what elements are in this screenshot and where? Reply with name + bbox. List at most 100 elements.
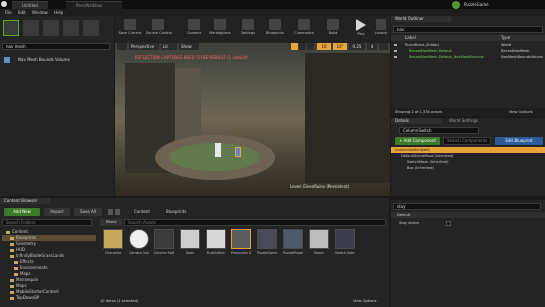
property-filter-input[interactable]: stay xyxy=(393,203,541,210)
level-name: ElvenRuins (Persistent) xyxy=(303,184,350,189)
asset-name: Switch Interface xyxy=(335,251,355,255)
column-label[interactable]: Label xyxy=(405,35,416,41)
edit-blueprint-button[interactable]: Edit Blueprint xyxy=(495,137,543,145)
content-browser-title: Content Browser xyxy=(0,198,50,204)
mode-landscape-icon[interactable] xyxy=(43,20,59,36)
mode-foliage-icon[interactable] xyxy=(63,20,79,36)
show-button[interactable]: Show xyxy=(179,43,199,50)
folder-icon xyxy=(103,229,123,249)
tab-details[interactable]: Details xyxy=(391,118,441,124)
source-control-icon xyxy=(152,19,164,30)
ue-logo-icon xyxy=(1,1,7,7)
ruins-right xyxy=(305,53,390,183)
import-button[interactable]: Import xyxy=(44,208,70,216)
cinematics-button[interactable]: Cinematics xyxy=(292,17,316,42)
selected-actor xyxy=(235,147,241,157)
launch-icon xyxy=(376,19,386,30)
eye-icon[interactable] xyxy=(394,56,397,58)
build-label: Build xyxy=(328,31,338,35)
viewport-options-button[interactable] xyxy=(117,43,127,50)
asset-tile[interactable]: Room xyxy=(309,229,329,266)
add-component-button[interactable]: + Add Component xyxy=(395,137,440,145)
volume-icon xyxy=(4,57,10,63)
translate-icon[interactable] xyxy=(291,43,298,50)
asset-tile[interactable]: Door xyxy=(180,229,200,266)
launch-button[interactable]: Launch xyxy=(372,17,390,42)
tower xyxy=(175,68,201,138)
forward-arrow-icon[interactable] xyxy=(115,209,120,215)
grid-snap-value[interactable]: 10 xyxy=(317,43,331,50)
marketplace-label: Marketplace xyxy=(209,31,231,35)
mode-paint-icon[interactable] xyxy=(23,20,39,36)
outliner-row[interactable]: RecastNavMesh-Default_NavMeshBounds NavM… xyxy=(391,54,545,60)
blueprints-button[interactable]: Blueprints xyxy=(263,17,287,42)
mode-place-icon[interactable] xyxy=(3,20,19,36)
filters-button[interactable]: Filters xyxy=(100,219,122,226)
save-all-button[interactable]: Save All xyxy=(74,208,102,216)
scale-snap-value[interactable]: 0.25 xyxy=(349,43,365,50)
search-assets-input[interactable]: Search Assets xyxy=(124,219,386,226)
search-folders-input[interactable]: Search Folders xyxy=(2,219,92,226)
column-type[interactable]: Type xyxy=(501,35,510,41)
tab-pariswalkbox[interactable]: ParisWalkbox xyxy=(66,1,122,9)
menu-bar: File Edit Window Help xyxy=(0,9,545,16)
asset-tile[interactable]: FinalSwitch xyxy=(206,229,226,266)
camera-speed-value[interactable]: 4 xyxy=(367,43,377,50)
asset-name: Pressurize Door xyxy=(231,251,251,255)
settings-button[interactable]: Settings xyxy=(236,17,260,42)
folder-item[interactable]: TopDownBP xyxy=(2,295,96,301)
menu-window[interactable]: Window xyxy=(32,9,48,16)
perspective-button[interactable]: Perspective xyxy=(129,43,159,50)
mode-geometry-icon[interactable] xyxy=(83,20,99,36)
breadcrumb-content[interactable]: Content xyxy=(134,208,150,216)
asset-name: Camera Volume xyxy=(129,251,149,255)
gear-icon xyxy=(242,19,254,30)
tab-world-settings[interactable]: World Settings xyxy=(446,118,491,124)
build-button[interactable]: Build xyxy=(321,17,345,42)
item-count: 10 items (1 selected) xyxy=(100,299,139,303)
menu-help[interactable]: Help xyxy=(54,9,63,16)
tab-untitled[interactable]: Untitled xyxy=(12,1,48,9)
asset-tile[interactable]: Camera Volume xyxy=(129,229,149,266)
modes-search-input[interactable]: nav mesh xyxy=(2,43,110,50)
component-row[interactable]: Box (Inherited) xyxy=(403,165,543,171)
angle-snap-value[interactable]: 10° xyxy=(333,43,347,50)
character-figure xyxy=(215,143,221,157)
stay-active-checkbox[interactable] xyxy=(446,221,451,226)
rotate-icon[interactable] xyxy=(299,43,306,50)
eye-icon[interactable] xyxy=(394,50,397,52)
search-components-input[interactable]: Search Components xyxy=(443,137,491,145)
menu-edit[interactable]: Edit xyxy=(18,9,26,16)
source-control-button[interactable]: Source Control xyxy=(146,17,172,42)
scale-icon[interactable] xyxy=(307,43,314,50)
maximize-icon[interactable] xyxy=(379,43,388,50)
menu-file[interactable]: File xyxy=(5,9,12,16)
marketplace-button[interactable]: Marketplace xyxy=(208,17,232,42)
eye-icon[interactable] xyxy=(394,44,397,46)
view-options-button[interactable]: View Options xyxy=(353,297,377,305)
level-viewport[interactable]: Perspective Lit Show 10 10° 0.25 4 REFLE… xyxy=(115,43,390,196)
lit-button[interactable]: Lit xyxy=(161,43,177,50)
play-button[interactable]: Play xyxy=(349,17,373,42)
asset-tile[interactable]: Character xyxy=(103,229,123,266)
breadcrumb-blueprints[interactable]: Blueprints xyxy=(166,208,186,216)
asset-tile[interactable]: PuzzlePlayer Controller xyxy=(283,229,303,266)
section-default-header[interactable]: Default xyxy=(391,212,545,218)
asset-tile[interactable]: PuzzleGame Mode xyxy=(257,229,277,266)
asset-tile[interactable]: Pressurize Door xyxy=(231,229,251,266)
settings-label: Settings xyxy=(240,31,256,35)
project-status-icon xyxy=(452,1,460,9)
outliner-view-options[interactable]: View Options xyxy=(509,108,533,116)
search-folders-placeholder: Search Folders xyxy=(6,220,36,225)
outliner-footer: Showing 2 of 1,378 actors View Options xyxy=(391,108,545,116)
asset-tile[interactable]: Switch Interface xyxy=(335,229,355,266)
asset-name: PuzzlePlayer Controller xyxy=(283,251,303,255)
nav-mesh-result[interactable]: Nav Mesh Bounds Volume xyxy=(4,56,104,64)
back-arrow-icon[interactable] xyxy=(108,209,113,215)
save-current-button[interactable]: Save Current xyxy=(118,17,142,42)
add-new-button[interactable]: Add New xyxy=(4,208,40,216)
outliner-search-input[interactable]: nav xyxy=(393,26,543,33)
content-button[interactable]: Content xyxy=(182,17,206,42)
actor-name-field[interactable]: ColumnSwitch xyxy=(399,127,479,134)
asset-tile[interactable]: Column Switch xyxy=(154,229,174,266)
